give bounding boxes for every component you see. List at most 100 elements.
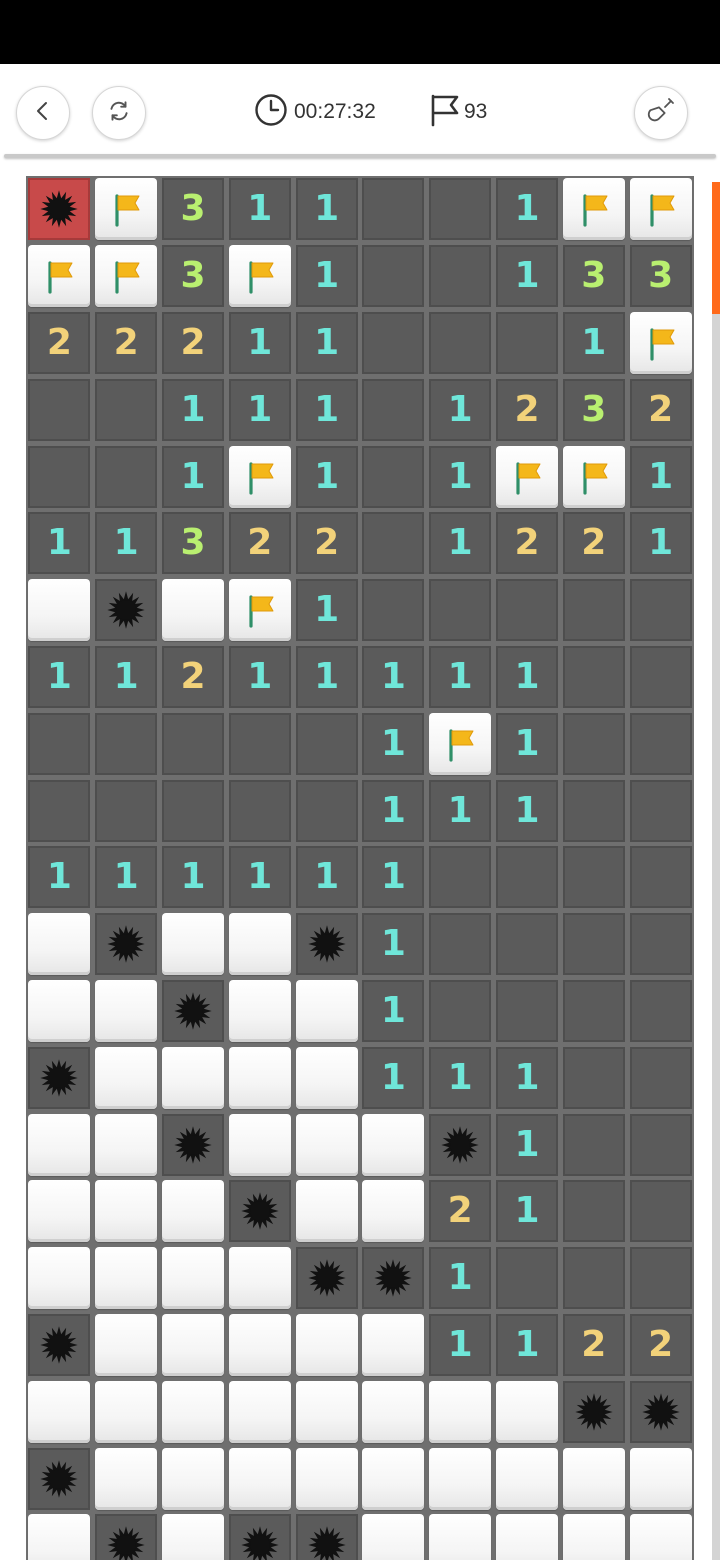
number-cell[interactable]: 1 [429, 378, 492, 441]
covered-cell[interactable] [362, 1380, 425, 1443]
covered-cell[interactable] [95, 1247, 158, 1310]
number-cell[interactable]: 2 [496, 512, 558, 575]
empty-cell[interactable] [95, 445, 158, 508]
empty-cell[interactable] [562, 846, 625, 909]
covered-cell[interactable] [496, 1380, 558, 1443]
mine-cell[interactable] [28, 1046, 91, 1109]
number-cell[interactable]: 3 [629, 245, 692, 308]
flagged-cell[interactable] [228, 245, 291, 308]
covered-cell[interactable] [28, 913, 91, 976]
empty-cell[interactable] [562, 1247, 625, 1310]
mine-cell[interactable] [95, 1514, 158, 1560]
flagged-cell[interactable] [629, 178, 692, 241]
empty-cell[interactable] [629, 846, 692, 909]
covered-cell[interactable] [295, 1113, 358, 1176]
mine-cell[interactable] [629, 1380, 692, 1443]
covered-cell[interactable] [228, 1447, 291, 1510]
empty-cell[interactable] [629, 1180, 692, 1243]
empty-cell[interactable] [629, 1046, 692, 1109]
covered-cell[interactable] [95, 1447, 158, 1510]
number-cell[interactable]: 2 [629, 378, 692, 441]
number-cell[interactable]: 2 [496, 378, 558, 441]
flagged-cell[interactable] [95, 178, 158, 241]
empty-cell[interactable] [362, 445, 425, 508]
covered-cell[interactable] [228, 1046, 291, 1109]
mine-cell[interactable] [95, 913, 158, 976]
flagged-cell[interactable] [228, 445, 291, 508]
covered-cell[interactable] [228, 1247, 291, 1310]
empty-cell[interactable] [496, 579, 558, 642]
number-cell[interactable]: 2 [629, 1314, 692, 1376]
empty-cell[interactable] [496, 980, 558, 1042]
covered-cell[interactable] [562, 1514, 625, 1560]
covered-cell[interactable] [28, 1514, 91, 1560]
covered-cell[interactable] [28, 980, 91, 1042]
covered-cell[interactable] [228, 980, 291, 1042]
number-cell[interactable]: 1 [362, 846, 425, 909]
number-cell[interactable]: 3 [162, 245, 224, 308]
covered-cell[interactable] [362, 1113, 425, 1176]
covered-cell[interactable] [162, 913, 224, 976]
covered-cell[interactable] [162, 1380, 224, 1443]
number-cell[interactable]: 3 [162, 178, 224, 241]
number-cell[interactable]: 1 [362, 646, 425, 708]
number-cell[interactable]: 2 [95, 312, 158, 374]
shovel-button[interactable] [634, 86, 688, 140]
number-cell[interactable]: 1 [28, 512, 91, 575]
number-cell[interactable]: 2 [295, 512, 358, 575]
number-cell[interactable]: 1 [295, 178, 358, 241]
empty-cell[interactable] [562, 1113, 625, 1176]
mine-cell[interactable] [295, 1514, 358, 1560]
covered-cell[interactable] [562, 1447, 625, 1510]
covered-cell[interactable] [362, 1180, 425, 1243]
number-cell[interactable]: 2 [429, 1180, 492, 1243]
empty-cell[interactable] [562, 712, 625, 775]
number-cell[interactable]: 1 [362, 779, 425, 842]
empty-cell[interactable] [496, 913, 558, 976]
empty-cell[interactable] [429, 980, 492, 1042]
covered-cell[interactable] [95, 1380, 158, 1443]
covered-cell[interactable] [95, 1314, 158, 1376]
mine-cell[interactable] [95, 579, 158, 642]
number-cell[interactable]: 1 [95, 846, 158, 909]
covered-cell[interactable] [295, 1380, 358, 1443]
number-cell[interactable]: 1 [496, 646, 558, 708]
covered-cell[interactable] [28, 1113, 91, 1176]
empty-cell[interactable] [629, 1113, 692, 1176]
flagged-cell[interactable] [95, 245, 158, 308]
empty-cell[interactable] [629, 646, 692, 708]
covered-cell[interactable] [228, 913, 291, 976]
number-cell[interactable]: 1 [496, 712, 558, 775]
empty-cell[interactable] [496, 1247, 558, 1310]
number-cell[interactable]: 1 [228, 846, 291, 909]
mine-cell[interactable] [228, 1180, 291, 1243]
covered-cell[interactable] [95, 1180, 158, 1243]
empty-cell[interactable] [496, 312, 558, 374]
empty-cell[interactable] [362, 312, 425, 374]
number-cell[interactable]: 2 [162, 312, 224, 374]
number-cell[interactable]: 3 [562, 378, 625, 441]
empty-cell[interactable] [429, 913, 492, 976]
empty-cell[interactable] [228, 779, 291, 842]
number-cell[interactable]: 1 [295, 245, 358, 308]
number-cell[interactable]: 1 [362, 1046, 425, 1109]
empty-cell[interactable] [95, 712, 158, 775]
empty-cell[interactable] [95, 779, 158, 842]
covered-cell[interactable] [28, 579, 91, 642]
exploded-mine-cell[interactable] [28, 178, 91, 241]
empty-cell[interactable] [629, 913, 692, 976]
empty-cell[interactable] [629, 779, 692, 842]
empty-cell[interactable] [429, 312, 492, 374]
number-cell[interactable]: 1 [429, 512, 492, 575]
number-cell[interactable]: 1 [362, 980, 425, 1042]
empty-cell[interactable] [629, 579, 692, 642]
covered-cell[interactable] [95, 1046, 158, 1109]
empty-cell[interactable] [562, 913, 625, 976]
covered-cell[interactable] [162, 1447, 224, 1510]
empty-cell[interactable] [28, 378, 91, 441]
mine-cell[interactable] [28, 1314, 91, 1376]
covered-cell[interactable] [295, 1046, 358, 1109]
empty-cell[interactable] [295, 712, 358, 775]
number-cell[interactable]: 1 [295, 445, 358, 508]
number-cell[interactable]: 1 [429, 646, 492, 708]
